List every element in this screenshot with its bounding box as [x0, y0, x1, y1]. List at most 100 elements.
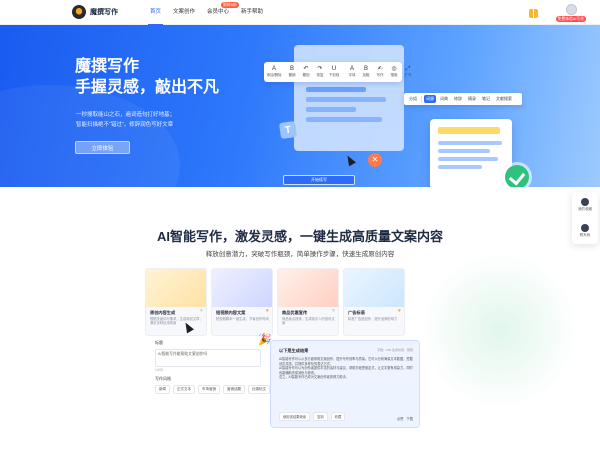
toolbar-label: 撤销: [288, 73, 296, 77]
check-icon: [505, 165, 529, 187]
result-body: AI智能写作可以从多方面帮助文案创作，提升写作效率与质量。它可以分析海量文本数据…: [279, 357, 413, 380]
top-nav-bar: 魔撰写作 首页 文案创作 会员中心 限时5折 新手帮助 免费体验AI写作: [0, 0, 600, 25]
ref-tab[interactable]: 文献搜索: [494, 95, 514, 103]
result-right-actions: 点赞 下载: [397, 416, 413, 421]
ref-tab[interactable]: 修辞: [452, 95, 464, 103]
ref-tab[interactable]: 分组: [407, 95, 419, 103]
result-paragraph: AI智能写作可以为创作者提供丰富的素材与建议，帮助打破思维定式，让文字更有感染力…: [279, 366, 413, 375]
gift-icon[interactable]: [529, 8, 538, 18]
brand-name: 魔撰写作: [90, 9, 118, 16]
toolbar-icon: ✍: [377, 66, 383, 72]
toolbar-label: 下划线: [328, 73, 340, 77]
decorative-glow: [420, 250, 580, 410]
side-label: 我的收藏: [578, 207, 592, 211]
free-trial-tag[interactable]: 免费体验AI写作: [555, 16, 586, 22]
toolbar-label: 写作: [376, 73, 384, 77]
section-subtitle: 释放创意潜力，突破写作瓶颈，简单操作步骤，快速生成原创内容: [205, 251, 395, 258]
style-pill[interactable]: 正式文本: [173, 385, 195, 394]
hero-description-line: 智能扫描绝不“错过”，修辞润色写好文章: [76, 122, 174, 128]
toolbar-button[interactable]: A 字体: [346, 66, 358, 78]
ref-tab-selected[interactable]: 词源: [424, 95, 436, 103]
generation-form: 标题 AI智能写作能帮助文案创作吗 14/20 写作风格 新闻 正式文本 市场营…: [155, 340, 270, 400]
continue-writing-button[interactable]: 开始续写: [283, 175, 355, 185]
feature-illustration: [278, 269, 338, 307]
continue-button[interactable]: 使用该结果继续: [279, 412, 311, 421]
toolbar-label: 扩写: [404, 73, 412, 77]
toolbar-label: 添加/删除: [266, 73, 282, 77]
feature-description: 短视频脚本一键生成，节省创作时间: [216, 317, 269, 321]
style-pill[interactable]: 市场营销: [198, 385, 220, 394]
feature-name: 广告标语: [348, 310, 365, 315]
style-pill[interactable]: 新闻: [155, 385, 170, 394]
toolbar-button[interactable]: U 下划线: [328, 66, 340, 78]
toolbar-label: 加粗: [362, 73, 370, 77]
favorite-button[interactable]: 收藏: [330, 412, 346, 421]
result-paragraph: 总之，AI智能写作已成为文案创作者的得力助手。: [279, 375, 349, 380]
ref-tab[interactable]: 摘录: [466, 95, 478, 103]
toolbar-button[interactable]: B 加粗: [360, 66, 372, 78]
toolbar-icon: A: [349, 66, 354, 72]
favorite-icon[interactable]: ♥: [332, 308, 335, 314]
toolbar-button[interactable]: B 撤销: [286, 66, 298, 78]
topic-label: 标题: [155, 340, 163, 345]
nav-item-copywriting[interactable]: 文案创作: [167, 0, 201, 25]
user-menu[interactable]: 免费体验AI写作: [546, 4, 586, 22]
copy-button[interactable]: 复制: [313, 412, 328, 421]
highlight-bar: [438, 127, 500, 134]
toolbar-label: 撤回: [302, 73, 310, 77]
section-title: AI智能写作，激发灵感，一键生成高质量文案内容: [156, 229, 443, 244]
brand-logo[interactable]: 魔撰写作: [72, 5, 118, 19]
ref-tab[interactable]: 笔记: [480, 95, 492, 103]
toolbar-icon: ◎: [391, 66, 397, 72]
nav-item-help[interactable]: 新手帮助: [235, 0, 269, 25]
toolbar-button[interactable]: ✍ 写作: [374, 66, 386, 78]
result-meta: 字数：280 生成时间：刚刚: [377, 348, 413, 352]
toolbar-icon: ⤢: [405, 66, 411, 72]
star-icon: [581, 198, 589, 206]
nav-item-home[interactable]: 首页: [144, 0, 167, 25]
topic-input[interactable]: AI智能写作能帮助文案创作吗: [155, 349, 261, 367]
avatar[interactable]: [566, 4, 577, 15]
style-label: 写作风格: [155, 376, 171, 381]
style-pill[interactable]: 营销话题: [223, 385, 245, 394]
result-paragraph: AI智能写作可以从多方面帮助文案创作，提升写作效率与质量。它可以分析海量文本数据…: [279, 357, 413, 366]
like-button[interactable]: 点赞: [397, 416, 404, 421]
topbar-right: 免费体验AI写作: [529, 4, 586, 22]
feature-card[interactable]: ♥ 广告标语 精准广告语创作，提升品牌影响力: [343, 268, 405, 336]
ref-tab[interactable]: 词典: [438, 95, 450, 103]
nav-item-membership[interactable]: 会员中心 限时5折: [201, 0, 240, 25]
toolbar-divider: [421, 95, 422, 103]
feature-card[interactable]: ♥ 商品优惠宣传 商品卖点提炼，生成吸引人的宣传文案: [277, 268, 339, 336]
try-now-button[interactable]: 立即体验: [75, 141, 130, 154]
favorites-button[interactable]: 我的收藏: [578, 198, 592, 212]
result-illustration-card: [430, 119, 512, 187]
logo-icon: [72, 5, 86, 19]
toolbar-label: 搜索: [390, 73, 398, 77]
hero-banner: 魔撰写作 手握灵感，敲出不凡 一秒搜取能山之石，遍词造句打好地基； 智能扫描绝不…: [0, 25, 600, 187]
favorite-icon[interactable]: ♥: [398, 308, 401, 314]
toolbar-button[interactable]: ⤢ 扩写: [402, 66, 414, 78]
result-heading: 以下是生成结果: [279, 348, 309, 353]
toolbar-label: 字体: [348, 73, 356, 77]
favorite-icon[interactable]: ♥: [200, 308, 203, 314]
toolbar-button[interactable]: ◎ 搜索: [388, 66, 400, 78]
toolbar-button[interactable]: A 添加/删除: [266, 66, 282, 78]
feature-illustration: [212, 269, 272, 307]
text-icon: T: [278, 120, 298, 140]
feature-illustration: [146, 269, 206, 307]
feature-name: 商品优惠宣传: [282, 310, 308, 315]
toolbar-button[interactable]: ↷ 恢复: [314, 66, 326, 78]
toolbar-button[interactable]: ↶ 撤回: [300, 66, 312, 78]
editor-illustration-card: [294, 45, 404, 151]
style-options: 新闻 正式文本 市场营销 营销话题 社媒帖文: [155, 385, 270, 394]
feature-name: 原创内容生成: [150, 310, 176, 315]
feature-card[interactable]: ♥ 原创内容生成 根据关键词与需求，生成原创文章，满足多种应用场景: [145, 268, 207, 336]
toolbar-icon: A: [271, 66, 276, 72]
toolbar-icon: B: [289, 66, 294, 72]
favorite-icon[interactable]: ♥: [266, 308, 269, 314]
result-actions: 使用该结果继续 复制 收藏: [279, 412, 346, 421]
feature-card[interactable]: ♥ 短视频内容文案 短视频脚本一键生成，节省创作时间: [211, 268, 273, 336]
style-pill[interactable]: 社媒帖文: [248, 385, 270, 394]
nav-item-label: 会员中心: [207, 9, 230, 15]
download-button[interactable]: 下载: [406, 416, 413, 421]
